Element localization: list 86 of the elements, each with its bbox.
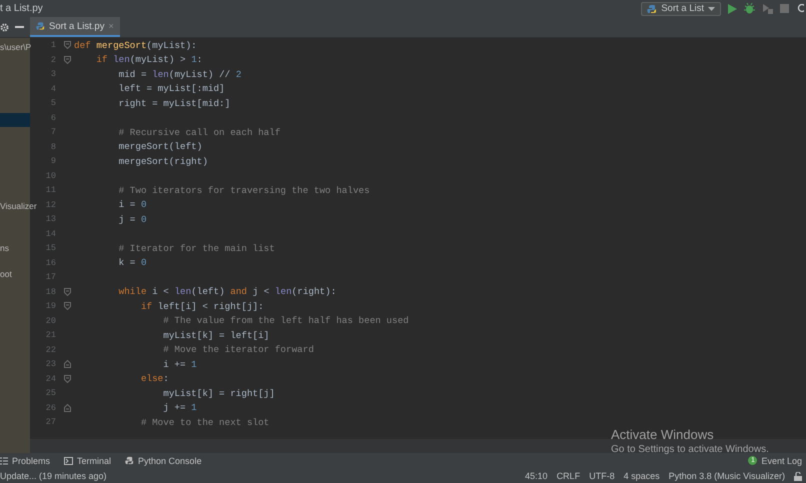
code-line: right = myList[mid:] xyxy=(118,98,230,109)
caret-icon xyxy=(708,6,715,10)
line-number: 9 xyxy=(50,156,57,166)
status-item[interactable]: 45:10 xyxy=(525,471,548,481)
activation-message: Go to Settings to activate Windows. xyxy=(611,444,769,455)
code-line: def mergeSort(myList): xyxy=(74,40,197,51)
code-line: if len(myList) > 1: xyxy=(95,54,202,66)
line-number: 3 xyxy=(50,69,57,80)
project-tree-item[interactable]: s\user\P xyxy=(0,40,32,54)
fold-icon[interactable] xyxy=(64,41,70,50)
line-number: 26 xyxy=(44,402,57,413)
line-number: 27 xyxy=(44,417,57,428)
status-item[interactable]: CRLF xyxy=(556,471,580,481)
terminal-icon xyxy=(64,456,74,464)
line-number: 8 xyxy=(50,142,57,152)
fold-icon[interactable] xyxy=(64,288,70,296)
line-number: 5 xyxy=(50,98,57,108)
line-number: 17 xyxy=(44,272,57,282)
settings-icon[interactable] xyxy=(0,22,9,32)
fold-end-icon[interactable] xyxy=(64,404,70,412)
project-tree-item[interactable]: oot xyxy=(0,267,30,282)
line-number: 23 xyxy=(44,359,57,370)
code-line: i = 0 xyxy=(118,199,147,210)
coverage-icon[interactable] xyxy=(762,3,773,14)
code-line: while i < len(left) and j < len(right): xyxy=(118,286,336,298)
project-tree-item[interactable]: Visualizer xyxy=(0,199,37,214)
project-tree-item[interactable]: ns xyxy=(0,240,30,255)
code-line: mergeSort(right) xyxy=(118,156,208,167)
code-line: j += 1 xyxy=(162,402,197,414)
tool-window-button[interactable]: Python Console xyxy=(125,456,202,466)
line-number: 25 xyxy=(44,388,57,398)
line-number: 14 xyxy=(44,228,57,239)
line-number: 4 xyxy=(50,84,57,94)
run-icon[interactable] xyxy=(728,4,737,14)
code-line: if left[i] < right[j]: xyxy=(140,300,264,312)
code-line: # Move the iterator forward xyxy=(162,344,314,356)
code-line: myList[k] = left[i] xyxy=(162,330,270,341)
code-line: else: xyxy=(140,373,169,384)
status-item[interactable]: UTF-8 xyxy=(589,471,615,481)
status-item[interactable]: Python 3.8 (Music Visualizer) xyxy=(668,471,785,481)
line-number: 24 xyxy=(44,374,57,384)
code-line: left = myList[:mid] xyxy=(118,83,225,94)
fold-icon[interactable] xyxy=(64,56,70,64)
code-line: myList[k] = right[j] xyxy=(162,388,275,399)
fold-icon[interactable] xyxy=(64,374,70,383)
tool-window-button[interactable]: Terminal xyxy=(64,456,112,466)
tool-window-button[interactable]: Problems xyxy=(0,456,50,466)
line-number: 15 xyxy=(44,243,57,254)
lock-icon[interactable] xyxy=(794,472,802,480)
fold-end-icon[interactable] xyxy=(64,360,70,368)
code-line: mid = len(myList) // 2 xyxy=(118,68,242,80)
line-number: 20 xyxy=(44,316,57,326)
run-configuration-dropdown[interactable]: Sort a List xyxy=(641,2,721,16)
status-message: Update... (19 minutes ago) xyxy=(0,471,107,481)
line-number: 19 xyxy=(44,301,57,312)
line-number: 13 xyxy=(44,214,57,224)
activation-title: Activate Windows xyxy=(611,427,715,442)
line-number: 1 xyxy=(50,40,57,50)
line-number: 18 xyxy=(44,286,57,297)
code-line: # The value from the left half has been used xyxy=(162,315,409,326)
bug-icon[interactable] xyxy=(744,3,755,14)
code-line: # Iterator for the main list xyxy=(118,242,275,254)
code-line: # Recursive call on each half xyxy=(118,126,280,138)
line-number: 11 xyxy=(44,185,57,196)
list-icon xyxy=(0,456,8,464)
line-number: 21 xyxy=(44,330,57,340)
code-line: # Move to the next slot xyxy=(140,416,270,428)
code-line: mergeSort(left) xyxy=(118,141,202,152)
line-number: 7 xyxy=(50,127,57,138)
python-file-icon xyxy=(36,21,45,31)
code-line: # Two iterators for traversing the two halves xyxy=(118,184,370,196)
window-title: t a List.py xyxy=(0,3,43,14)
python-icon xyxy=(125,456,134,465)
editor-tab[interactable]: Sort a List.py × xyxy=(30,17,120,37)
code-line: k = 0 xyxy=(118,257,147,268)
fold-icon[interactable] xyxy=(64,302,70,310)
line-number: 16 xyxy=(44,258,57,268)
line-number: 6 xyxy=(50,112,57,123)
line-number: 2 xyxy=(50,54,57,65)
status-item[interactable]: 4 spaces xyxy=(624,471,660,481)
line-number: 10 xyxy=(44,170,57,181)
project-tree-item[interactable] xyxy=(0,112,30,127)
code-line: i += 1 xyxy=(162,358,197,370)
python-icon xyxy=(647,4,658,14)
code-line: j = 0 xyxy=(118,214,147,225)
line-number: 22 xyxy=(44,344,57,355)
